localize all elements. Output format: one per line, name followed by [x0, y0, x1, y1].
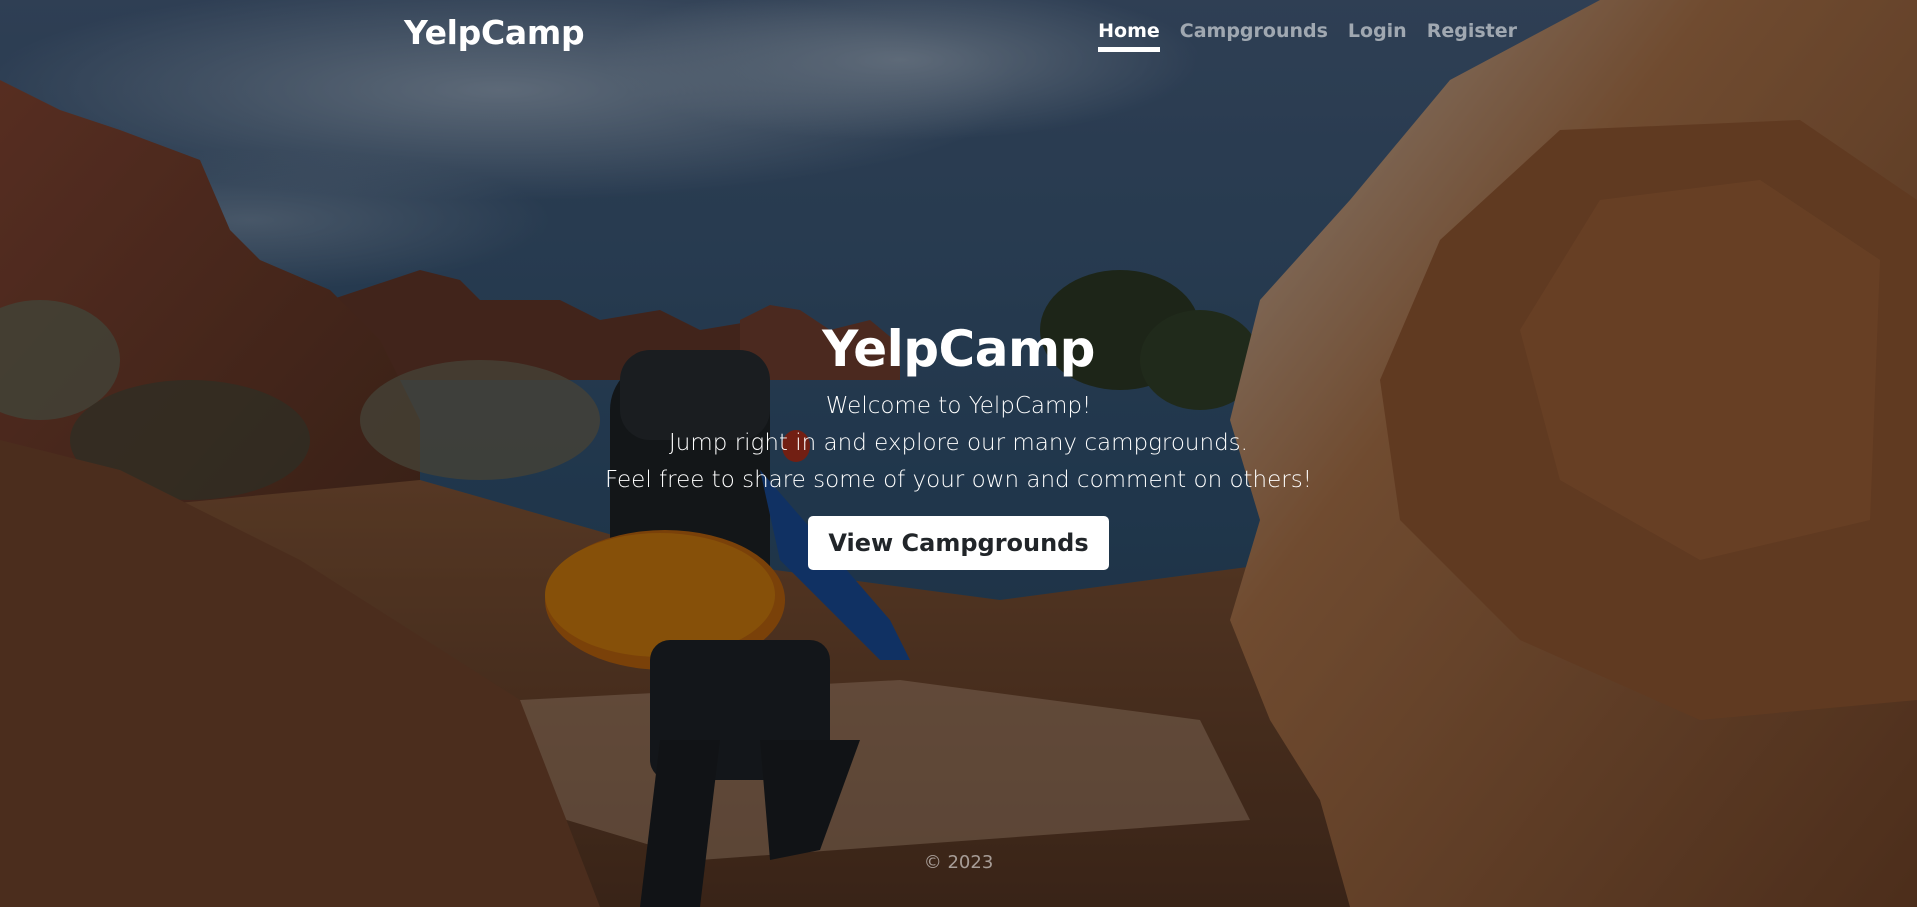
- footer-copyright: © 2023: [923, 852, 994, 873]
- nav-link-register[interactable]: Register: [1427, 20, 1517, 52]
- landing-page: YelpCamp Home Campgrounds Login Register…: [0, 0, 1917, 907]
- navbar: YelpCamp Home Campgrounds Login Register: [0, 0, 1917, 72]
- brand-logo[interactable]: YelpCamp: [404, 13, 585, 52]
- hero-title: YelpCamp: [822, 320, 1095, 378]
- nav-link-campgrounds[interactable]: Campgrounds: [1180, 20, 1328, 52]
- hero-explore-text: Jump right in and explore our many campg…: [669, 430, 1248, 456]
- nav-link-login[interactable]: Login: [1348, 20, 1407, 52]
- nav-links: Home Campgrounds Login Register: [1098, 20, 1517, 52]
- hero-welcome-text: Welcome to YelpCamp!: [825, 393, 1092, 419]
- hero-section: YelpCamp Welcome to YelpCamp! Jump right…: [0, 322, 1917, 570]
- nav-link-home[interactable]: Home: [1098, 20, 1160, 52]
- view-campgrounds-button[interactable]: View Campgrounds: [808, 516, 1109, 570]
- hero-share-text: Feel free to share some of your own and …: [605, 467, 1312, 493]
